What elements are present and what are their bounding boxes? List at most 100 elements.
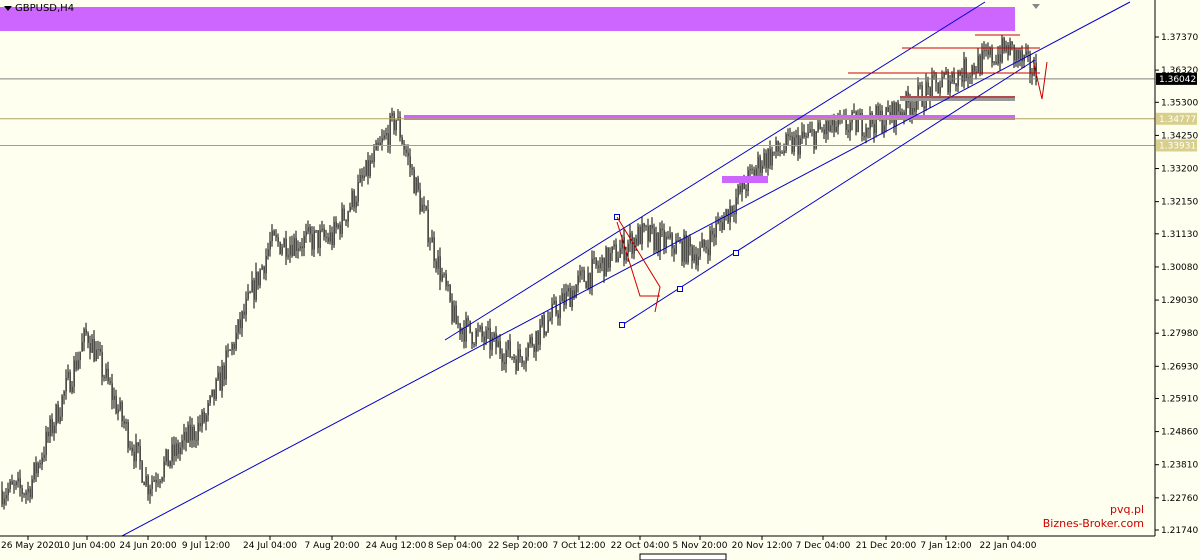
candle-body [847,130,849,133]
candle-body [571,290,573,308]
time-tick-label: 22 Oct 04:00 [611,541,670,551]
candle-body [923,106,925,109]
price-chart[interactable]: 1.373701.363201.353001.342501.332001.321… [0,0,1200,560]
candle-body [1017,50,1019,60]
candle-body [423,204,425,207]
candle-body [419,189,421,212]
candle-body [427,209,429,243]
candle-body [537,331,539,345]
candle-body [429,242,431,244]
dropdown-triangle-icon[interactable] [4,6,12,11]
candle-body [971,65,973,77]
candle-body [855,111,857,133]
candle-body [49,418,51,437]
candle-body [181,440,183,448]
candle-body [247,292,249,299]
candle-body [33,462,35,480]
candle-body [915,101,917,112]
candle-body [697,256,699,266]
candle-body [411,167,413,170]
candle-body [187,424,189,443]
candle-body [531,337,533,346]
channel-anchor-handle[interactable] [677,286,683,292]
candle-body [887,107,889,113]
candle-body [985,50,987,52]
candle-body [387,133,389,147]
candle-body [835,126,837,132]
candle-body [819,122,821,130]
candle-body [519,349,521,357]
channel-anchor-handle[interactable] [619,322,625,328]
candle-body [5,495,7,499]
candle-body [507,340,509,350]
candle-body [893,102,895,127]
candle-body [673,248,675,254]
candle-body [345,219,347,222]
candle-body [449,284,451,302]
candle-body [655,232,657,251]
candle-body [307,227,309,232]
price-tick-label: 1.30080 [1161,263,1198,273]
candle-body [609,253,611,268]
candle-body [1,490,3,505]
candle-body [467,318,469,321]
time-tick-label: 9 Jul 12:00 [182,541,231,551]
candle-body [7,489,9,496]
channel-anchor-handle[interactable] [733,250,739,256]
candle-body [619,248,621,258]
candle-body [993,61,995,63]
candle-body [91,338,93,353]
symbol-text: GBPUSD,H4 [15,3,75,14]
chart-window[interactable]: 1.37370 1.36320 1.35300 1.34250 1.33200 1.321… [0,0,1200,560]
candle-body [271,230,273,242]
candle-body [1031,74,1033,76]
candle-body [765,153,767,168]
candle-body [303,235,305,248]
candle-body [497,341,499,348]
candle-body [723,216,725,230]
candle-body [709,230,711,256]
candle-body [587,272,589,289]
candle-body [447,284,449,287]
candle-body [701,239,703,248]
candle-body [479,326,481,330]
candle-body [581,270,583,272]
candle-body [549,317,551,321]
candle-body [443,273,445,275]
candle-body [543,315,545,336]
price-tick-label: 1.23810 [1161,461,1198,471]
candle-body [269,241,271,250]
candle-body [385,133,387,136]
candle-body [319,230,321,248]
candle-body [1001,38,1003,63]
candle-body [897,102,899,112]
candle-body [233,344,235,349]
candle-body [983,50,985,52]
candle-body [407,152,409,157]
time-tick-label: 26 May 2020 [1,541,60,551]
candle-body [561,293,563,302]
candle-body [493,333,495,338]
supply-zone[interactable] [0,7,1015,31]
price-tick-label: 1.33200 [1161,165,1198,175]
candle-body [365,160,367,176]
candle-body [377,142,379,146]
candle-body [259,269,261,286]
candle-body [83,329,85,343]
candle-body [371,160,373,163]
candle-body [969,76,971,78]
horizontal-scrollbar[interactable] [639,553,727,560]
candle-body [405,149,407,153]
small-zone-bar[interactable] [722,176,768,183]
candle-body [17,478,19,482]
candle-body [615,244,617,262]
candle-body [435,261,437,269]
candle-body [211,389,213,397]
candle-body [627,243,629,253]
candle-body [979,55,981,74]
price-tick-label: 1.29030 [1161,296,1198,306]
symbol-timeframe-label[interactable]: GBPUSD,H4 [4,3,74,14]
candle-body [115,395,117,414]
candle-body [579,271,581,276]
candle-body [283,238,285,248]
